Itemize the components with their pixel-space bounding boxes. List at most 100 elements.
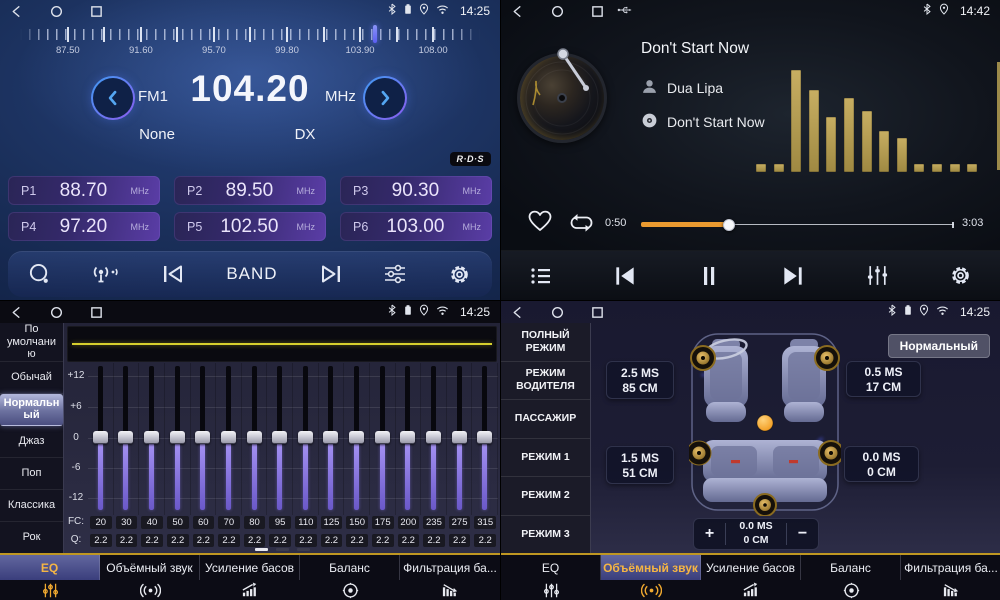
repeat-icon[interactable] bbox=[567, 212, 596, 237]
preset-button-p4[interactable]: P497.20MHz bbox=[8, 212, 160, 241]
eq-slider-knob[interactable] bbox=[93, 431, 108, 444]
next-station-icon[interactable] bbox=[319, 263, 343, 285]
eq-slider-knob[interactable] bbox=[477, 431, 492, 444]
eq-slider-knob[interactable] bbox=[298, 431, 313, 444]
nav-recents-button[interactable] bbox=[90, 306, 103, 319]
eq-slider-knob[interactable] bbox=[452, 431, 467, 444]
tab-balance[interactable]: Баланс bbox=[300, 555, 400, 600]
previous-station-icon[interactable] bbox=[161, 263, 185, 285]
tab-bass-boost[interactable]: Усиление басов bbox=[701, 555, 801, 600]
preset-button-p5[interactable]: P5102.50MHz bbox=[174, 212, 326, 241]
favorite-heart-icon[interactable] bbox=[527, 209, 553, 236]
playlist-icon[interactable] bbox=[529, 265, 553, 287]
tab-bass-boost[interactable]: Усиление басов bbox=[200, 555, 300, 600]
settings-gear-icon[interactable] bbox=[949, 264, 972, 287]
tune-up-button[interactable] bbox=[363, 76, 407, 120]
previous-track-icon[interactable] bbox=[612, 264, 638, 288]
surround-mode-item[interactable]: ПОЛНЫЙ РЕЖИМ bbox=[501, 323, 590, 362]
eq-band-slider[interactable] bbox=[472, 363, 498, 515]
eq-band-slider[interactable] bbox=[216, 363, 242, 515]
nav-back-button[interactable] bbox=[10, 306, 23, 319]
front-right-delay[interactable]: 0.5 MS 17 CM bbox=[846, 361, 921, 397]
eq-band-slider[interactable] bbox=[114, 363, 140, 515]
preset-button-p1[interactable]: P188.70MHz bbox=[8, 176, 160, 205]
tab-eq-sliders[interactable]: EQ bbox=[501, 555, 601, 600]
eq-band-slider[interactable] bbox=[88, 363, 114, 515]
eq-band-slider[interactable] bbox=[191, 363, 217, 515]
nav-recents-button[interactable] bbox=[90, 5, 103, 18]
eq-preset-item[interactable]: Джаз bbox=[0, 426, 63, 458]
eq-slider-knob[interactable] bbox=[272, 431, 287, 444]
scan-icon[interactable] bbox=[28, 263, 51, 286]
front-left-delay[interactable]: 2.5 MS 85 CM bbox=[606, 361, 674, 399]
eq-slider-knob[interactable] bbox=[247, 431, 262, 444]
surround-mode-item[interactable]: РЕЖИМ 2 bbox=[501, 477, 590, 516]
eq-slider-knob[interactable] bbox=[170, 431, 185, 444]
eq-band-slider[interactable] bbox=[421, 363, 447, 515]
nav-home-button[interactable] bbox=[551, 5, 564, 18]
settings-gear-icon[interactable] bbox=[448, 263, 471, 286]
eq-slider-knob[interactable] bbox=[349, 431, 364, 444]
tab-surround[interactable]: Объёмный звук bbox=[100, 555, 200, 600]
eq-band-slider[interactable] bbox=[267, 363, 293, 515]
band-button[interactable]: BAND bbox=[226, 264, 277, 284]
next-track-icon[interactable] bbox=[780, 264, 806, 288]
broadcast-icon[interactable] bbox=[92, 263, 120, 285]
eq-band-slider[interactable] bbox=[165, 363, 191, 515]
tuner-pointer[interactable] bbox=[373, 25, 377, 43]
eq-band-slider[interactable] bbox=[447, 363, 473, 515]
eq-preset-item[interactable]: По умолчанию bbox=[0, 323, 63, 362]
nav-back-button[interactable] bbox=[511, 5, 524, 18]
nav-back-button[interactable] bbox=[10, 5, 23, 18]
eq-band-slider[interactable] bbox=[370, 363, 396, 515]
eq-band-slider[interactable] bbox=[344, 363, 370, 515]
delay-increase-button[interactable]: + bbox=[694, 525, 725, 543]
surround-mode-item[interactable]: РЕЖИМ 1 bbox=[501, 439, 590, 478]
eq-band-slider[interactable] bbox=[396, 363, 422, 515]
tab-eq-sliders[interactable]: EQ bbox=[0, 555, 100, 600]
eq-slider-knob[interactable] bbox=[400, 431, 415, 444]
progress-knob[interactable] bbox=[723, 219, 735, 231]
eq-slider-knob[interactable] bbox=[426, 431, 441, 444]
nav-recents-button[interactable] bbox=[591, 306, 604, 319]
equalizer-icon[interactable] bbox=[865, 264, 890, 287]
sound-profile-badge[interactable]: Нормальный bbox=[888, 334, 990, 358]
tab-filter[interactable]: Фильтрация ба... bbox=[400, 555, 500, 600]
eq-slider-knob[interactable] bbox=[221, 431, 236, 444]
eq-slider-knob[interactable] bbox=[375, 431, 390, 444]
surround-mode-item[interactable]: РЕЖИМ 3 bbox=[501, 516, 590, 555]
surround-mode-item[interactable]: ПАССАЖИР bbox=[501, 400, 590, 439]
tune-down-button[interactable] bbox=[91, 76, 135, 120]
eq-slider-knob[interactable] bbox=[144, 431, 159, 444]
eq-slider-knob[interactable] bbox=[323, 431, 338, 444]
eq-preset-item[interactable]: Обычай bbox=[0, 362, 63, 394]
eq-preset-item[interactable]: Поп bbox=[0, 458, 63, 490]
rear-left-delay[interactable]: 1.5 MS 51 CM bbox=[606, 446, 674, 484]
tab-surround[interactable]: Объёмный звук bbox=[601, 555, 701, 600]
eq-band-slider[interactable] bbox=[242, 363, 268, 515]
eq-band-slider[interactable] bbox=[293, 363, 319, 515]
rear-right-delay[interactable]: 0.0 MS 0 CM bbox=[844, 446, 919, 482]
eq-preset-item[interactable]: Классика bbox=[0, 490, 63, 522]
eq-settings-icon[interactable] bbox=[383, 263, 407, 285]
nav-back-button[interactable] bbox=[511, 306, 524, 319]
eq-slider-knob[interactable] bbox=[118, 431, 133, 444]
pause-button[interactable] bbox=[697, 264, 721, 288]
tab-filter[interactable]: Фильтрация ба... bbox=[901, 555, 1000, 600]
nav-home-button[interactable] bbox=[551, 306, 564, 319]
nav-recents-button[interactable] bbox=[591, 5, 604, 18]
nav-home-button[interactable] bbox=[50, 5, 63, 18]
preset-button-p2[interactable]: P289.50MHz bbox=[174, 176, 326, 205]
eq-preset-item[interactable]: Рок bbox=[0, 522, 63, 554]
nav-home-button[interactable] bbox=[50, 306, 63, 319]
eq-band-slider[interactable] bbox=[319, 363, 345, 515]
preset-button-p6[interactable]: P6103.00MHz bbox=[340, 212, 492, 241]
eq-band-slider[interactable] bbox=[139, 363, 165, 515]
preset-button-p3[interactable]: P390.30MHz bbox=[340, 176, 492, 205]
surround-mode-item[interactable]: РЕЖИМ ВОДИТЕЛЯ bbox=[501, 362, 590, 401]
progress-slider[interactable] bbox=[641, 218, 954, 231]
eq-preset-item[interactable]: Нормальный bbox=[0, 394, 63, 426]
delay-decrease-button[interactable]: − bbox=[787, 525, 818, 543]
eq-slider-knob[interactable] bbox=[195, 431, 210, 444]
tab-balance[interactable]: Баланс bbox=[801, 555, 901, 600]
